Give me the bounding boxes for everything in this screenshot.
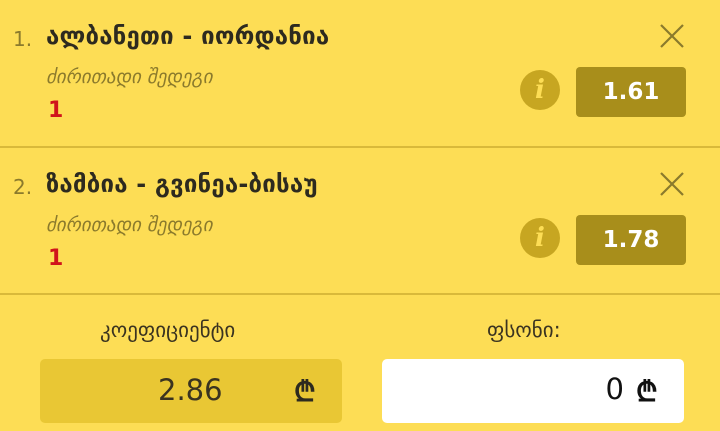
odds-value: 1.61 — [576, 67, 686, 117]
match-title: ალბანეთი - იორდანია — [46, 22, 330, 50]
lari-icon: ₾ — [636, 375, 658, 408]
coefficient-label: კოეფიციენტი — [100, 318, 236, 342]
bet-item: 2. ზამბია - გვინეა-ბისაუ ძირითადი შედეგი… — [0, 148, 720, 295]
bet-pick: 1 — [48, 246, 64, 271]
bet-index: 2. — [13, 175, 33, 199]
close-icon[interactable] — [656, 20, 688, 52]
info-icon[interactable]: i — [520, 70, 560, 110]
stake-input[interactable]: 0 ₾ — [382, 359, 684, 423]
market-name: ძირითადი შედეგი — [46, 214, 213, 236]
info-icon[interactable]: i — [520, 218, 560, 258]
bet-item: 1. ალბანეთი - იორდანია ძირითადი შედეგი 1… — [0, 0, 720, 148]
market-name: ძირითადი შედეგი — [46, 66, 213, 88]
stake-value: 0 — [605, 372, 624, 406]
stake-label: ფსონი: — [487, 318, 561, 342]
match-title: ზამბია - გვინეა-ბისაუ — [46, 170, 318, 198]
bet-pick: 1 — [48, 98, 64, 123]
coefficient-value: 2.86 — [158, 373, 223, 407]
odds-value: 1.78 — [576, 215, 686, 265]
lari-icon: ₾ — [294, 375, 316, 408]
bet-index: 1. — [13, 27, 33, 51]
coefficient-box: 2.86 ₾ — [40, 359, 342, 423]
close-icon[interactable] — [656, 168, 688, 200]
